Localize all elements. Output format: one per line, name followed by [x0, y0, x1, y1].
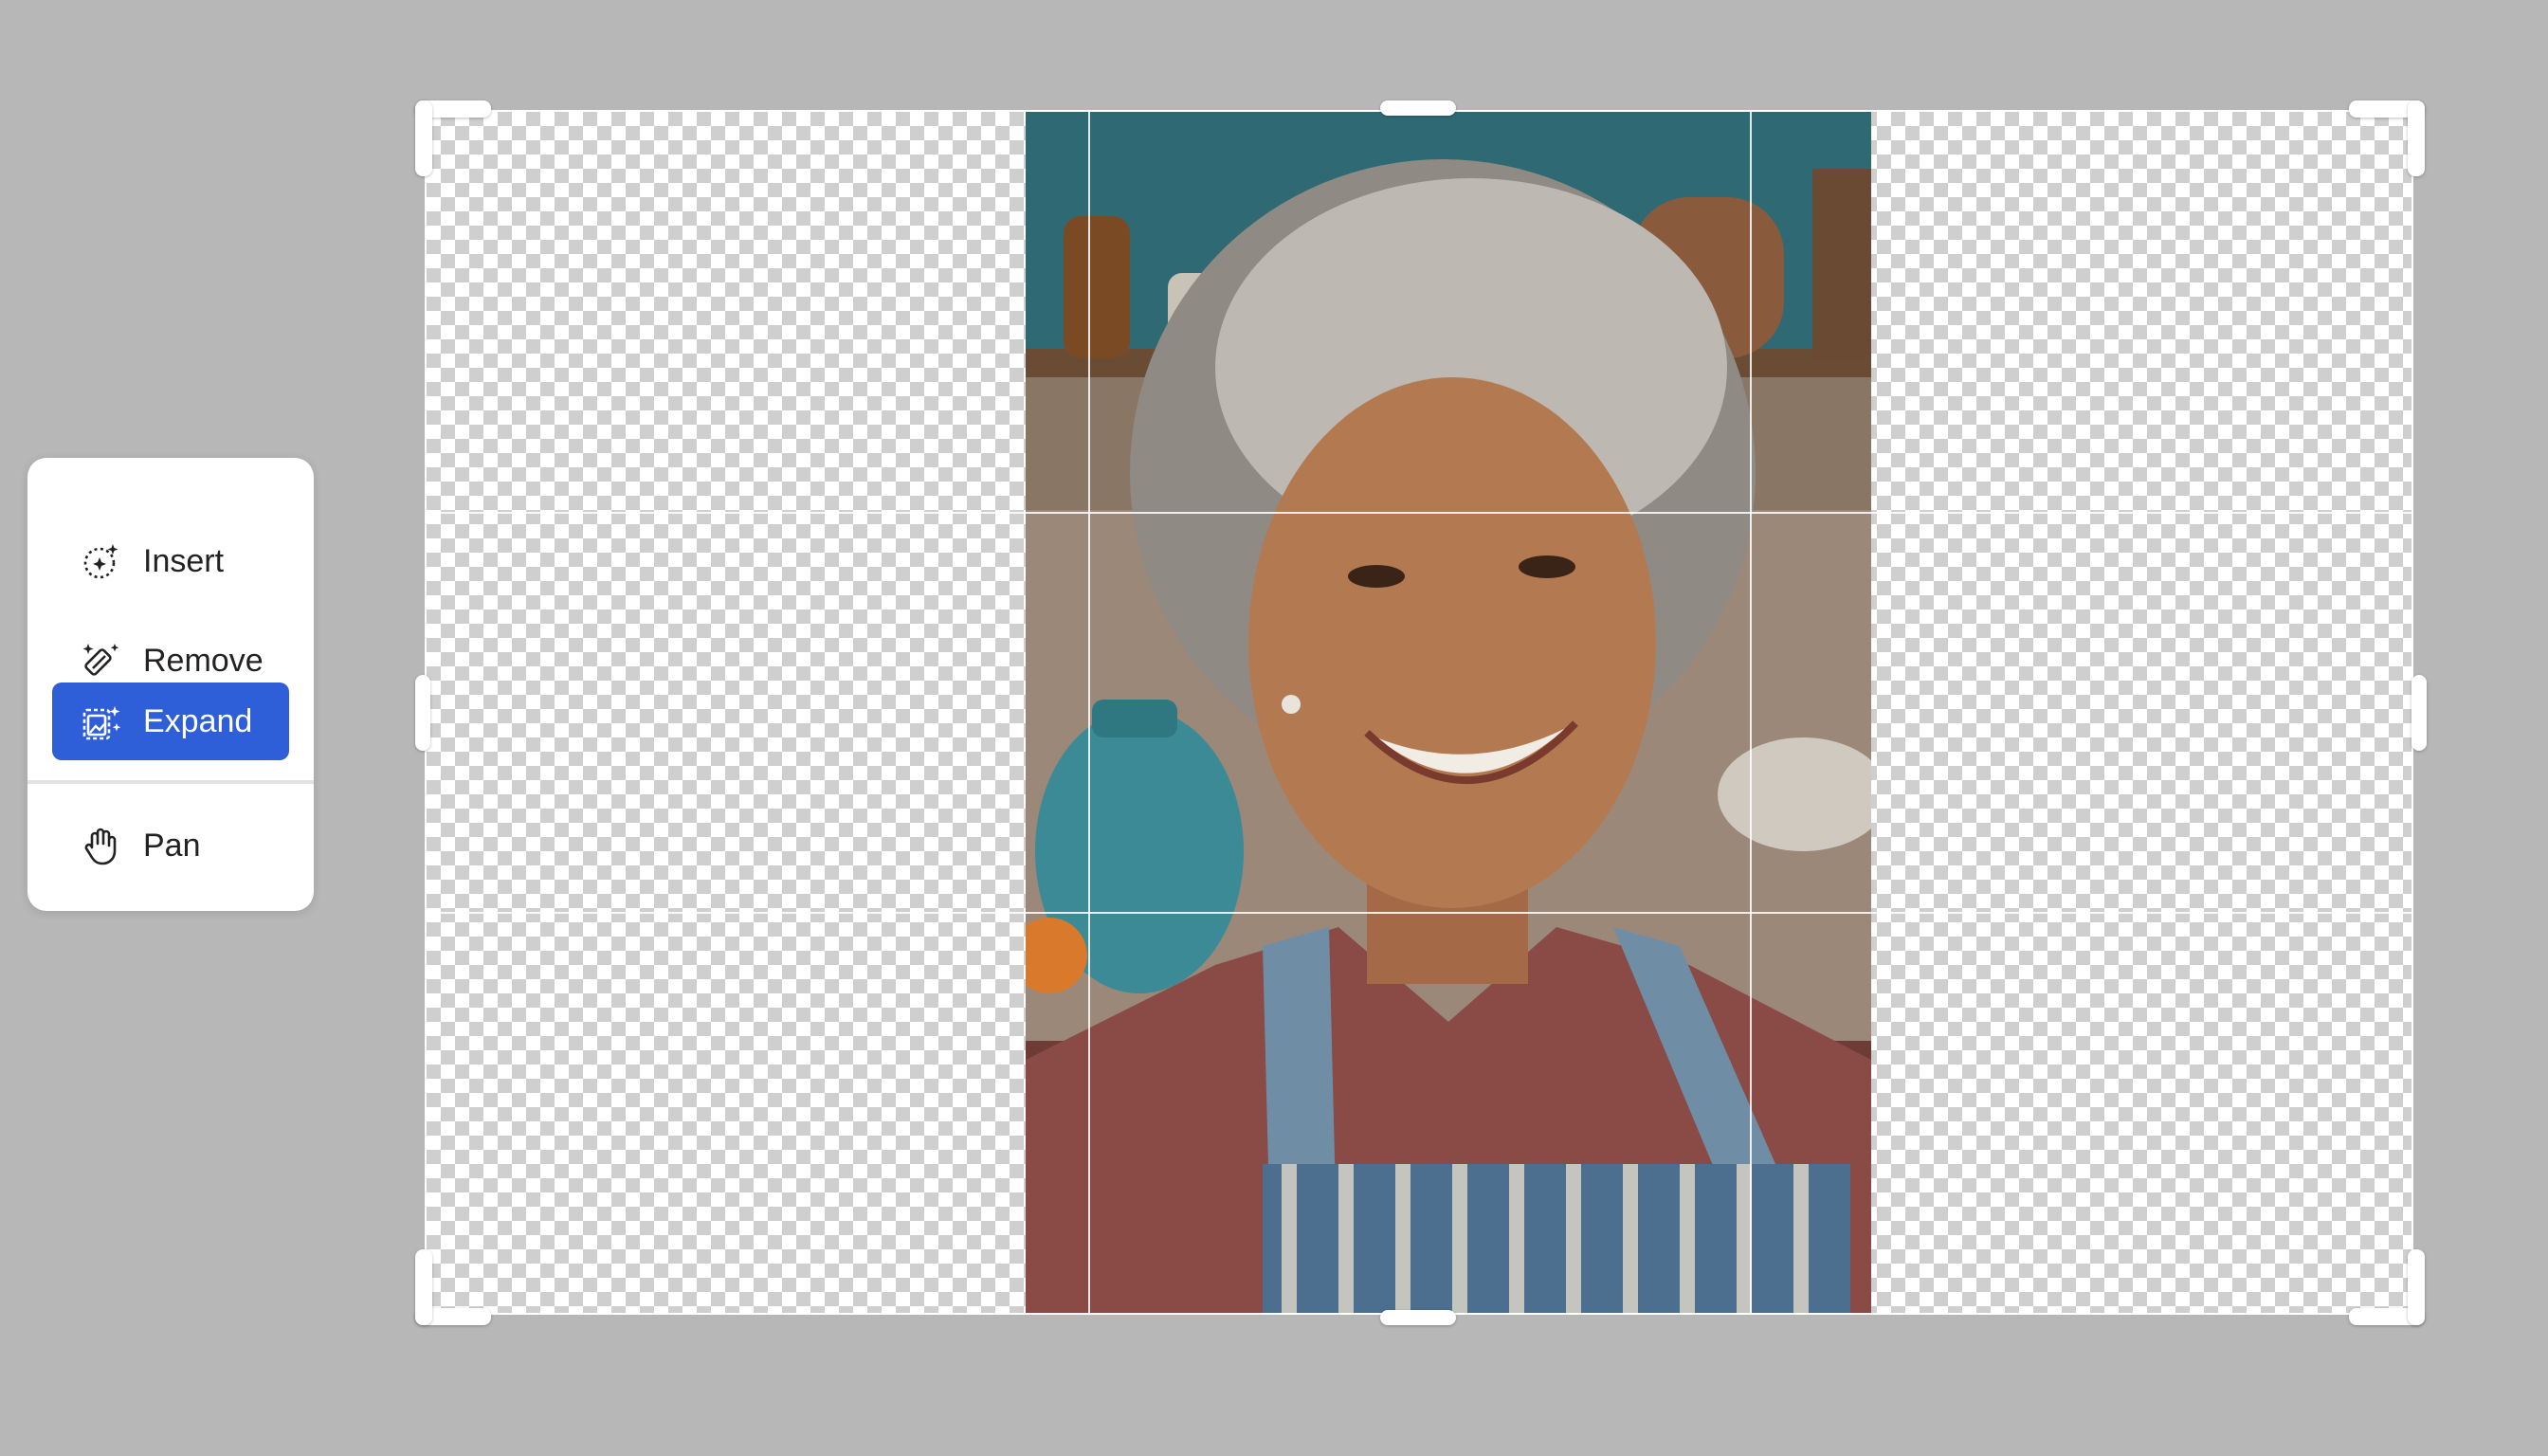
tool-expand-button[interactable]: Expand [52, 682, 289, 760]
source-image [1026, 112, 1871, 1313]
portrait-illustration [1026, 112, 1871, 1313]
eraser-sparkle-icon [79, 638, 124, 683]
generative-insert-icon [79, 538, 124, 584]
hand-icon [79, 823, 124, 868]
grid-line-horizontal-1 [427, 512, 2412, 514]
resize-handle-top-right-vertical[interactable] [2408, 100, 2425, 176]
tool-pan-button[interactable]: Pan [52, 807, 289, 884]
resize-handle-bottom-left-vertical[interactable] [415, 1249, 432, 1325]
panel-divider [27, 780, 314, 784]
grid-line-horizontal-2 [427, 912, 2412, 914]
tool-insert-button[interactable]: Insert [52, 522, 289, 600]
tool-pan-label: Pan [143, 828, 201, 864]
resize-handle-top[interactable] [1380, 100, 1456, 116]
resize-handle-top-left-vertical[interactable] [415, 100, 432, 176]
tool-remove-label: Remove [143, 643, 264, 679]
grid-line-vertical-1 [1088, 112, 1090, 1313]
resize-handle-bottom[interactable] [1380, 1310, 1456, 1325]
tool-expand-label: Expand [143, 703, 253, 739]
resize-handle-left[interactable] [415, 675, 430, 751]
resize-handle-bottom-right-vertical[interactable] [2408, 1249, 2425, 1325]
expand-frame[interactable] [427, 112, 2412, 1313]
tool-insert-label: Insert [143, 543, 225, 579]
expand-image-icon [79, 699, 124, 744]
tool-panel: Insert Remove Expand Pan [27, 458, 314, 911]
grid-line-vertical-2 [1750, 112, 1752, 1313]
resize-handle-right[interactable] [2412, 675, 2427, 751]
canvas-area[interactable]: Insert Remove Expand Pan [0, 0, 2548, 1456]
